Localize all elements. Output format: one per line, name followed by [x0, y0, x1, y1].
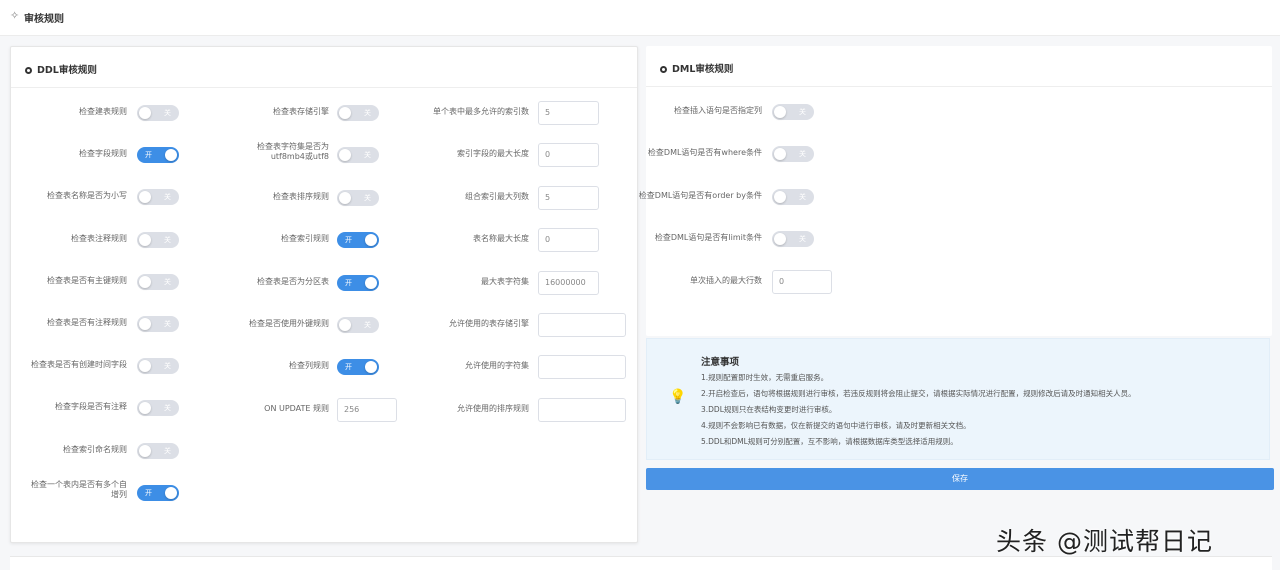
- toggle-knob: [774, 190, 786, 203]
- number-input[interactable]: 0: [538, 228, 599, 253]
- rule-label: 允许使用的排序规则: [457, 403, 529, 413]
- rule-row: 单次插入的最大行数: [646, 272, 762, 292]
- divider: [11, 87, 637, 88]
- tips-line: 4.规则不会影响已有数据，仅在新提交的语句中进行审核，请及时更新相关文档。: [701, 421, 971, 430]
- rule-label: 单个表中最多允许的索引数: [433, 107, 529, 116]
- dml-card-title: DML审核规则: [660, 61, 733, 75]
- rule-row: 允许使用的表存储引擎: [11, 315, 529, 335]
- dml-rules-card: DML审核规则 检查插入语句是否指定列关检查DML语句是否有where条件关检查…: [639, 46, 1272, 336]
- rule-label: 检查DML语句是否有limit条件: [654, 233, 762, 243]
- rule-row: 单个表中最多允许的索引数: [11, 103, 529, 123]
- toggle-switch[interactable]: 关: [772, 104, 814, 120]
- rule-row: 允许使用的字符集: [11, 357, 529, 377]
- toggle-knob: [774, 233, 786, 246]
- settings-icon: ✧: [10, 9, 20, 22]
- rule-label: 允许使用的字符集: [465, 361, 529, 371]
- toggle-knob: [139, 444, 151, 457]
- toggle-switch[interactable]: 关: [772, 188, 814, 205]
- rule-label: 检查索引命名规则: [63, 444, 127, 454]
- toggle-knob: [774, 106, 786, 118]
- rule-row: 检查插入语句是否指定列: [646, 102, 762, 122]
- tips-line: 5.DDL和DML规则可分别配置，互不影响，请根据数据库类型选择适用规则。: [701, 437, 958, 446]
- lightbulb-icon: 💡: [669, 389, 687, 405]
- toggle-text: 关: [799, 108, 806, 116]
- number-input[interactable]: 5: [538, 185, 599, 210]
- rule-row: 检查DML语句是否有where条件: [646, 144, 762, 164]
- circle-icon: [25, 67, 32, 74]
- number-input[interactable]: 0: [538, 143, 599, 168]
- rule-label: 索引字段的最大长度: [457, 149, 529, 159]
- tips-title: 注意事项: [701, 357, 740, 368]
- divider: [646, 86, 1272, 87]
- rule-row: 检查DML语句是否有limit条件: [646, 229, 762, 249]
- rule-label: 检查一个表内是否有多个自增列: [31, 479, 127, 499]
- toggle-knob: [774, 148, 786, 161]
- rule-label: 检查插入语句是否指定列: [674, 106, 762, 115]
- rule-row: 检查一个表内是否有多个自增列: [11, 479, 127, 501]
- rule-row: 检查DML语句是否有order by条件: [639, 187, 762, 207]
- number-input[interactable]: 0: [772, 269, 832, 294]
- number-input[interactable]: [538, 355, 626, 380]
- rule-row: 最大表字符集: [11, 273, 529, 293]
- page-title: 审核规则: [24, 14, 64, 25]
- ddl-title-text: DDL审核规则: [37, 65, 97, 76]
- rule-label: 单次插入的最大行数: [690, 275, 762, 285]
- rule-row: 组合索引最大列数: [11, 188, 529, 208]
- rule-label: 最大表字符集: [481, 276, 529, 286]
- rule-label: 组合索引最大列数: [465, 191, 529, 201]
- ddl-card-title: DDL审核规则: [25, 62, 97, 76]
- tips-line: 1.规则配置即时生效，无需重启服务。: [701, 373, 829, 382]
- rule-row: 表名称最大长度: [11, 230, 529, 250]
- number-input[interactable]: 5: [538, 101, 599, 125]
- number-input[interactable]: [538, 397, 626, 422]
- rule-row: 允许使用的排序规则: [11, 400, 529, 420]
- toggle-switch[interactable]: 开: [137, 484, 179, 501]
- rule-row: 检查索引命名规则: [11, 441, 127, 461]
- number-input[interactable]: [538, 313, 626, 337]
- toggle-switch[interactable]: 关: [137, 442, 179, 459]
- toggle-text: 关: [799, 235, 806, 244]
- toggle-text: 关: [164, 446, 171, 455]
- toggle-knob: [165, 486, 177, 499]
- ddl-rules-card: DDL审核规则 检查建表规则关检查字段规则开检查表名称是否为小写关检查表注释规则…: [10, 46, 638, 543]
- circle-icon: [660, 66, 667, 73]
- rule-label: 表名称最大长度: [473, 234, 529, 244]
- toggle-text: 关: [799, 150, 806, 159]
- save-button[interactable]: 保存: [646, 468, 1274, 490]
- number-input[interactable]: 16000000: [538, 270, 599, 295]
- tips-panel: 💡 注意事项 1.规则配置即时生效，无需重启服务。 2.开启检查后，语句将根据规则…: [646, 338, 1270, 460]
- toggle-switch[interactable]: 关: [772, 146, 814, 163]
- dml-title-text: DML审核规则: [672, 64, 734, 75]
- rule-label: 检查DML语句是否有where条件: [647, 148, 762, 158]
- page-header: ✧ 审核规则: [0, 0, 1280, 36]
- watermark: 头条 @测试帮日记: [996, 527, 1213, 556]
- rule-row: 索引字段的最大长度: [11, 145, 529, 165]
- toggle-text: 关: [799, 192, 806, 201]
- rule-label: 检查DML语句是否有order by条件: [638, 190, 762, 200]
- bottom-card-edge: [10, 556, 1272, 570]
- toggle-text: 开: [145, 488, 152, 497]
- tips-line: 2.开启检查后，语句将根据规则进行审核，若违反规则将会阻止提交，请根据实际情况进…: [701, 389, 1136, 398]
- rule-label: 允许使用的表存储引擎: [449, 319, 529, 328]
- toggle-switch[interactable]: 关: [772, 231, 814, 248]
- tips-line: 3.DDL规则只在表结构变更时进行审核。: [701, 405, 837, 414]
